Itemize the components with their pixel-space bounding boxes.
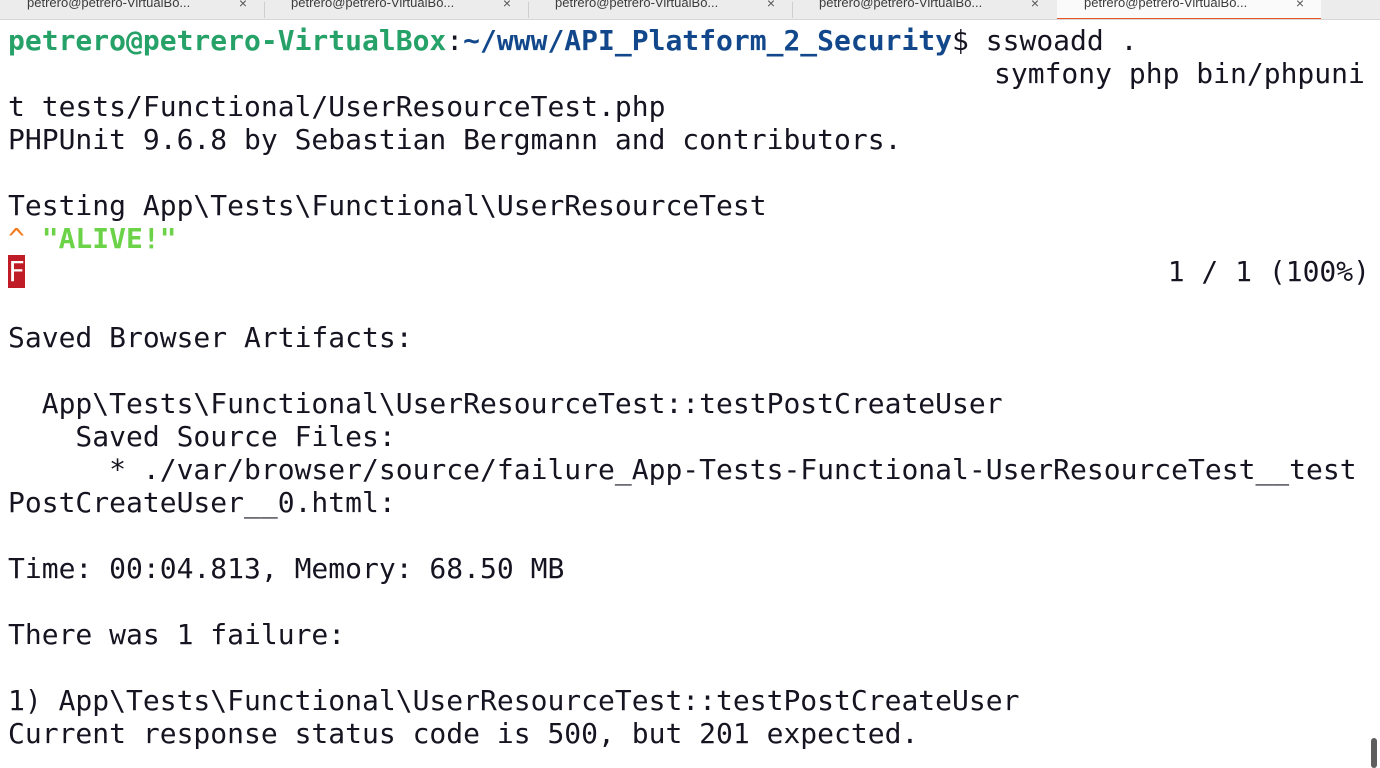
artifact-test-name: App\Tests\Functional\UserResourceTest::t… <box>8 387 1003 420</box>
fail-marker: F <box>8 255 25 288</box>
source-file-path: * ./var/browser/source/failure_App-Tests… <box>8 453 1357 486</box>
terminal-tab-3[interactable]: petrero@petrero-VirtualBo... × <box>528 0 792 19</box>
dump-alive-string: "ALIVE!" <box>41 222 177 255</box>
terminal-tab-bar: petrero@petrero-VirtualBo... × petrero@p… <box>0 0 1380 20</box>
terminal-tab-4[interactable]: petrero@petrero-VirtualBo... × <box>792 0 1056 19</box>
source-file-path-wrap: PostCreateUser__0.html: <box>8 486 396 519</box>
time-memory-line: Time: 00:04.813, Memory: 68.50 MB <box>8 552 565 585</box>
tab-title: petrero@petrero-VirtualBo... <box>27 0 191 10</box>
progress-counter: 1 / 1 (100%) <box>1167 255 1370 288</box>
prompt-command: sswoadd . <box>985 24 1138 57</box>
close-icon[interactable]: × <box>1031 0 1039 11</box>
dump-line: ^ "ALIVE!" <box>8 222 1370 255</box>
prompt-colon: : <box>446 24 464 57</box>
saved-artifacts-heading: Saved Browser Artifacts: <box>8 321 413 354</box>
close-icon[interactable]: × <box>767 0 775 11</box>
prompt-dollar: $ <box>952 24 986 57</box>
failure-count-line: There was 1 failure: <box>8 618 346 651</box>
terminal-scrollbar[interactable] <box>1371 738 1377 768</box>
phpunit-header: PHPUnit 9.6.8 by Sebastian Bergmann and … <box>8 123 902 156</box>
prompt-path: ~/www/API_Platform_2_Security <box>463 24 953 57</box>
terminal-tab-1[interactable]: petrero@petrero-VirtualBo... × <box>0 0 264 19</box>
terminal-output[interactable]: petrero@petrero-VirtualBox:~/www/API_Pla… <box>8 24 1370 768</box>
tab-title: petrero@petrero-VirtualBo... <box>819 0 983 10</box>
progress-line: F 1 / 1 (100%) <box>8 255 1370 288</box>
terminal-tab-5-active[interactable]: petrero@petrero-VirtualBo... × <box>1057 0 1321 19</box>
terminal-tab-2[interactable]: petrero@petrero-VirtualBo... × <box>264 0 528 19</box>
command-wrap-line: t tests/Functional/UserResourceTest.php <box>8 90 666 123</box>
tab-title: petrero@petrero-VirtualBo... <box>291 0 455 10</box>
dump-caret: ^ <box>8 222 42 255</box>
failure-message-line: Current response status code is 500, but… <box>8 717 919 750</box>
tab-title: petrero@petrero-VirtualBo... <box>555 0 719 10</box>
saved-sources-heading: Saved Source Files: <box>8 420 396 453</box>
tab-title: petrero@petrero-VirtualBo... <box>1084 0 1248 10</box>
close-icon[interactable]: × <box>503 0 511 11</box>
prompt-line: petrero@petrero-VirtualBox:~/www/API_Pla… <box>8 24 1370 57</box>
testing-line: Testing App\Tests\Functional\UserResourc… <box>8 189 767 222</box>
command-wrap-line: symfony php bin/phpuni <box>994 57 1365 90</box>
prompt-user-host: petrero@petrero-VirtualBox <box>8 24 447 57</box>
close-icon[interactable]: × <box>239 0 247 11</box>
failure-item-line: 1) App\Tests\Functional\UserResourceTest… <box>8 684 1020 717</box>
close-icon[interactable]: × <box>1296 0 1304 11</box>
